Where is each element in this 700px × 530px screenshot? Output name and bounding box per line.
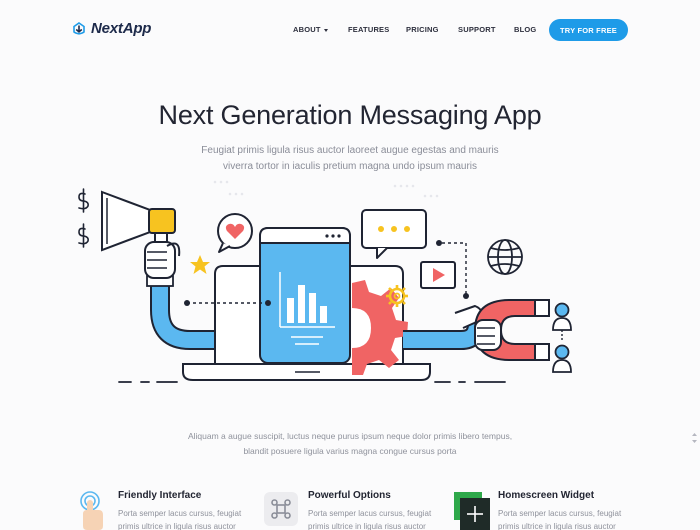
try-for-free-button[interactable]: TRY FOR FREE bbox=[549, 19, 628, 41]
nav-item-about[interactable]: ABOUT bbox=[293, 25, 328, 34]
phone-with-chart-icon bbox=[259, 227, 351, 364]
heart-chat-bubble-icon bbox=[217, 213, 253, 253]
feature-description-line: primis ultrice in ligula risus auctor bbox=[498, 522, 616, 530]
feature-homescreen-widget: Homescreen Widget Porta semper lacus cur… bbox=[454, 488, 644, 530]
feature-title: Friendly Interface bbox=[118, 490, 202, 501]
feature-description: Porta semper lacus cursus, feugiat primi… bbox=[498, 507, 621, 530]
right-arm bbox=[403, 305, 487, 350]
command-key-icon bbox=[264, 492, 298, 526]
globe-icon bbox=[487, 239, 523, 275]
nextapp-logo-icon bbox=[73, 21, 85, 35]
ellipsis-chat-bubble-icon bbox=[361, 209, 427, 259]
feature-description-line: primis ultrice in ligula risus auctor bbox=[118, 522, 236, 530]
dollar-sign-icon bbox=[78, 188, 89, 213]
caret-down-icon bbox=[323, 28, 328, 32]
feature-description-line: Porta semper lacus cursus, feugiat bbox=[308, 509, 432, 518]
feature-description: Porta semper lacus cursus, feugiat primi… bbox=[118, 507, 241, 530]
nav-item-support[interactable]: SUPPORT bbox=[458, 25, 496, 34]
brand-logo[interactable]: NextApp bbox=[72, 20, 151, 37]
user-avatar-icon bbox=[552, 302, 572, 331]
hero-subtitle: Feugiat primis ligula risus auctor laore… bbox=[201, 145, 499, 172]
magnet-icon bbox=[473, 299, 550, 361]
widget-plus-icon bbox=[454, 492, 490, 530]
feature-powerful-options: Powerful Options Porta semper lacus curs… bbox=[264, 488, 454, 530]
hero-title: Next Generation Messaging App bbox=[158, 100, 542, 130]
star-icon bbox=[190, 255, 210, 274]
brand-name: NextApp bbox=[91, 20, 152, 37]
dollar-sign-icon bbox=[78, 223, 89, 248]
nav-item-pricing[interactable]: PRICING bbox=[406, 25, 439, 34]
user-avatar-icon bbox=[552, 344, 572, 373]
hero-illustration bbox=[78, 180, 572, 383]
feature-title: Homescreen Widget bbox=[498, 490, 595, 501]
world-map-dots bbox=[213, 180, 439, 198]
feature-description-line: primis ultrice in ligula risus auctor bbox=[308, 522, 426, 530]
video-play-icon bbox=[420, 261, 456, 289]
intro-paragraph: Aliquam a augue suscipit, luctus neque p… bbox=[187, 431, 513, 456]
nav-item-features[interactable]: FEATURES bbox=[348, 25, 389, 34]
scroll-indicator-icon[interactable] bbox=[692, 433, 697, 443]
feature-description-line: Porta semper lacus cursus, feugiat bbox=[118, 509, 242, 518]
nav-item-about-label: ABOUT bbox=[293, 25, 321, 34]
top-navigation-bar: NextApp ABOUT FEATURES PRICING SUPPORT B… bbox=[0, 0, 700, 60]
nav-item-blog[interactable]: BLOG bbox=[514, 25, 536, 34]
feature-description: Porta semper lacus cursus, feugiat primi… bbox=[308, 507, 431, 530]
feature-friendly-interface: Friendly Interface Porta semper lacus cu… bbox=[74, 488, 264, 530]
feature-description-line: Porta semper lacus cursus, feugiat bbox=[498, 509, 622, 518]
feature-title: Powerful Options bbox=[308, 490, 391, 501]
touch-hand-icon bbox=[80, 491, 103, 530]
